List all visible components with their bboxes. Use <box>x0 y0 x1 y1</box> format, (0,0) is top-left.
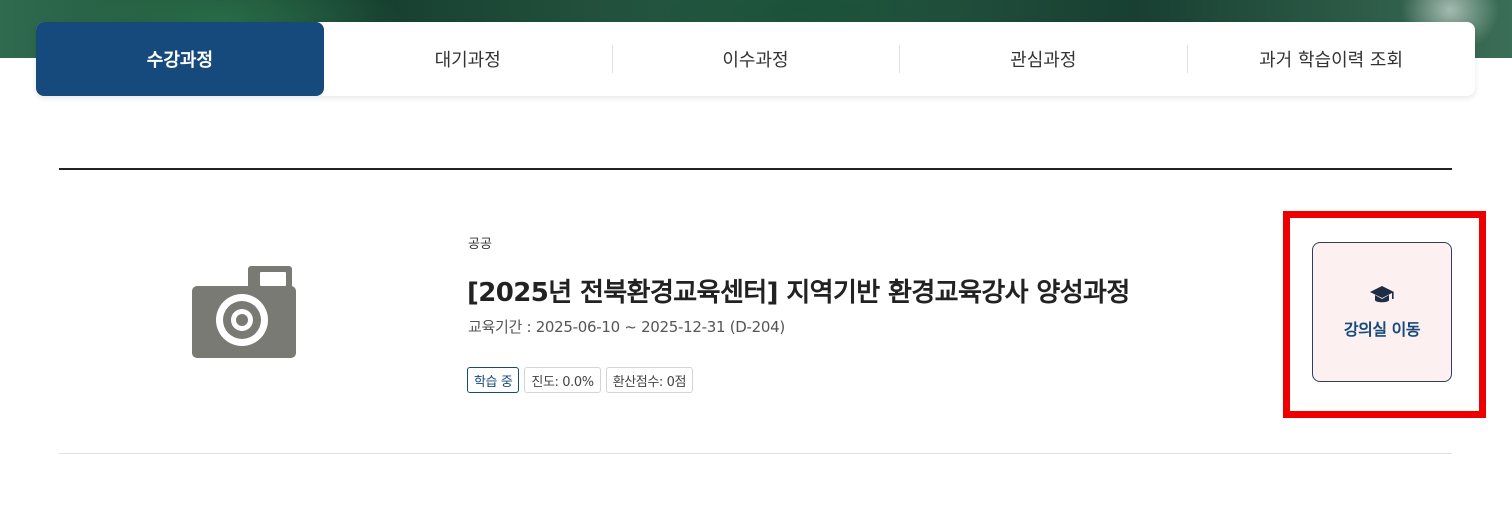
course-title[interactable]: [2025년 전북환경교육센터] 지역기반 환경교육강사 양성과정 <box>467 272 1130 309</box>
score-badge: 환산점수: 0점 <box>605 367 694 393</box>
go-to-classroom-button[interactable]: 강의실 이동 <box>1312 242 1452 382</box>
progress-badge: 진도: 0.0% <box>524 367 601 393</box>
tab-completed[interactable]: 이수과정 <box>611 22 900 96</box>
page: 수강과정 대기과정 이수과정 관심과정 과거 학습이력 조회 공공 [2025년… <box>0 0 1512 530</box>
tab-waiting[interactable]: 대기과정 <box>324 22 612 96</box>
graduation-cap-icon <box>1370 286 1394 303</box>
status-badge: 학습 중 <box>467 367 520 393</box>
tab-enrolled[interactable]: 수강과정 <box>36 22 324 96</box>
course-tabs: 수강과정 대기과정 이수과정 관심과정 과거 학습이력 조회 <box>36 22 1475 96</box>
list-bottom-divider <box>59 453 1452 454</box>
list-top-divider <box>59 168 1452 170</box>
camera-icon <box>192 266 296 358</box>
course-period: 교육기간 : 2025-06-10 ~ 2025-12-31 (D-204) <box>468 318 785 336</box>
go-to-classroom-label: 강의실 이동 <box>1343 320 1421 339</box>
course-badges: 학습 중 진도: 0.0% 환산점수: 0점 <box>467 367 694 393</box>
tab-interest[interactable]: 관심과정 <box>899 22 1187 96</box>
tab-history[interactable]: 과거 학습이력 조회 <box>1187 22 1475 96</box>
course-category: 공공 <box>468 237 492 252</box>
